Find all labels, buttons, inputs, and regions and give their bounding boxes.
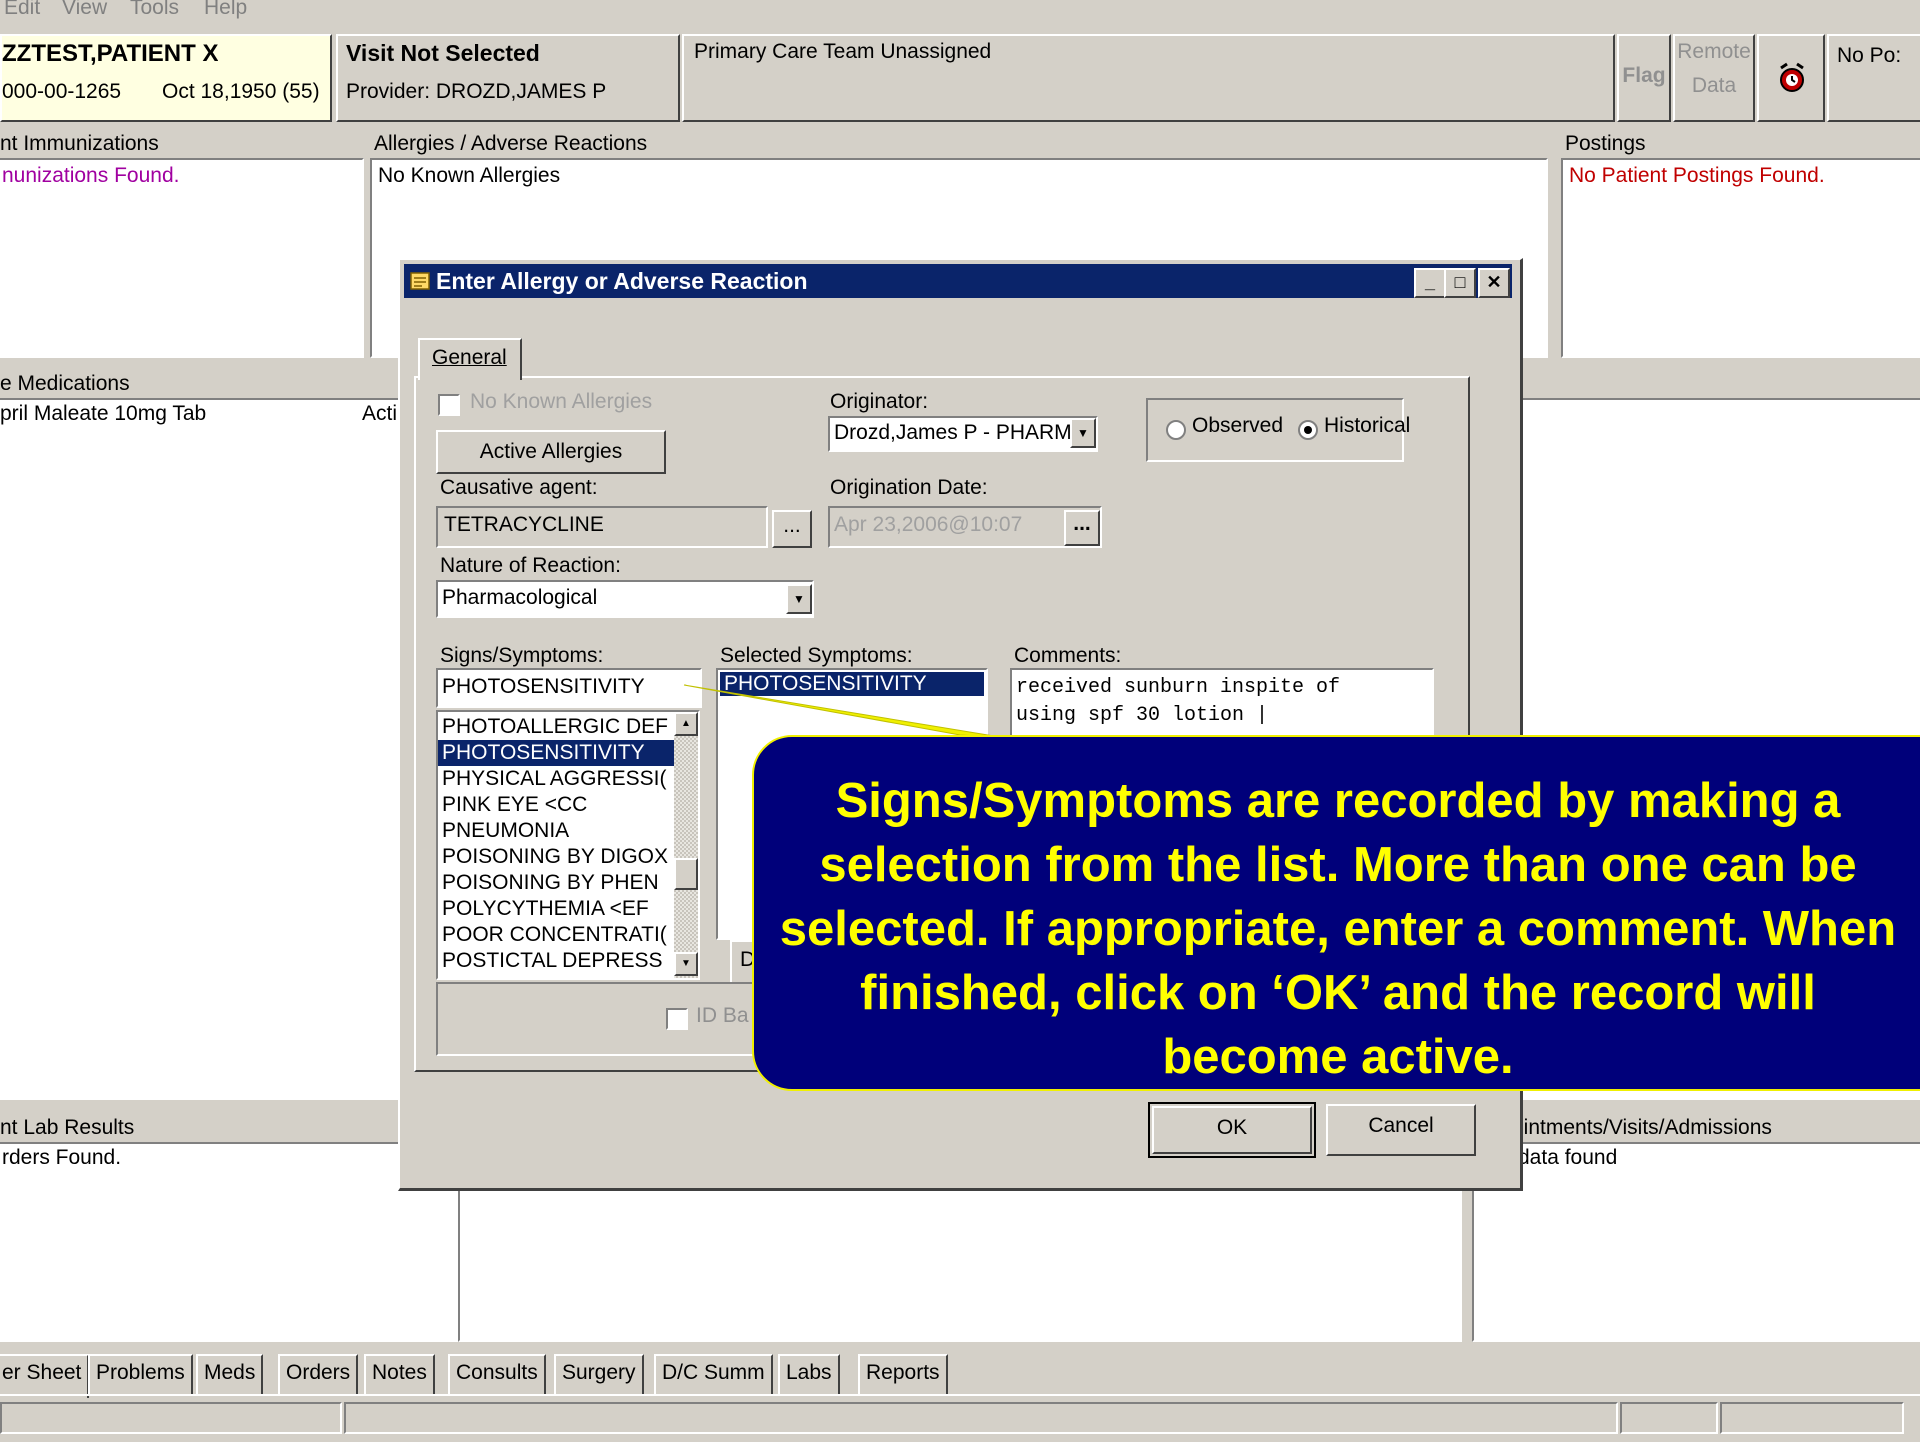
instruction-callout: Signs/Symptoms are recorded by making a … (752, 735, 1920, 1091)
tab-general[interactable]: General (418, 338, 522, 380)
callout-text: Signs/Symptoms are recorded by making a … (779, 774, 1897, 1084)
tab-general-label: General (432, 346, 507, 369)
callout-pointer (683, 684, 1001, 738)
